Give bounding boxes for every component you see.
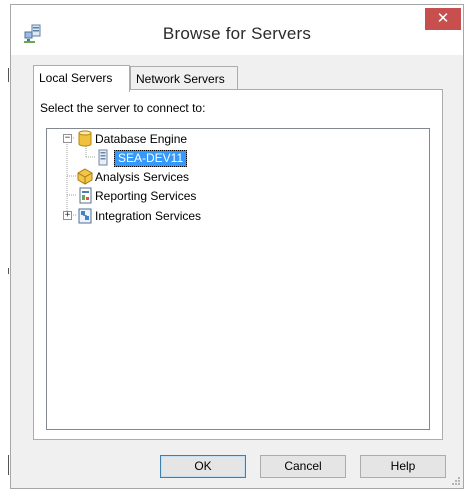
left-edge-marker	[8, 455, 9, 475]
close-icon: ✕	[436, 10, 450, 27]
browse-for-servers-dialog: Browse for Servers ✕ Local Servers Netwo…	[10, 4, 464, 489]
tree-item-label: Integration Services	[95, 209, 202, 223]
left-edge-marker	[8, 268, 9, 274]
collapse-toggle[interactable]: −	[63, 134, 72, 143]
close-button[interactable]: ✕	[425, 8, 461, 30]
reporting-services-icon	[79, 187, 92, 204]
tree-item-label: Reporting Services	[95, 189, 197, 203]
server-instance-icon	[98, 149, 108, 166]
resize-grip-icon[interactable]	[451, 476, 461, 486]
integration-services-icon	[78, 208, 92, 224]
server-type-tree[interactable]: − Database Engine SEA-DEV11 Analysis Ser…	[46, 128, 430, 430]
tab-bar: Local Servers Network Servers	[33, 65, 443, 92]
cancel-button[interactable]: Cancel	[260, 455, 346, 478]
tree-item-label: SEA-DEV11	[114, 150, 188, 167]
tree-item-label: Database Engine	[95, 132, 188, 146]
tab-label: Local Servers	[39, 71, 113, 85]
tab-local-servers[interactable]: Local Servers	[33, 65, 130, 92]
database-engine-icon	[78, 130, 92, 147]
tab-network-servers[interactable]: Network Servers	[130, 66, 238, 89]
left-edge-marker	[8, 68, 9, 82]
window-title: Browse for Servers	[162, 24, 312, 43]
help-button[interactable]: Help	[360, 455, 446, 478]
title-bar: Browse for Servers ✕	[11, 5, 463, 55]
expand-toggle[interactable]: +	[63, 211, 72, 220]
analysis-services-icon	[77, 168, 93, 185]
tree-item-label: Analysis Services	[95, 170, 190, 184]
select-server-label: Select the server to connect to:	[40, 101, 206, 115]
tab-label: Network Servers	[136, 72, 225, 86]
ok-button[interactable]: OK	[160, 455, 246, 478]
local-servers-panel: Select the server to connect to: − Datab…	[33, 89, 443, 440]
